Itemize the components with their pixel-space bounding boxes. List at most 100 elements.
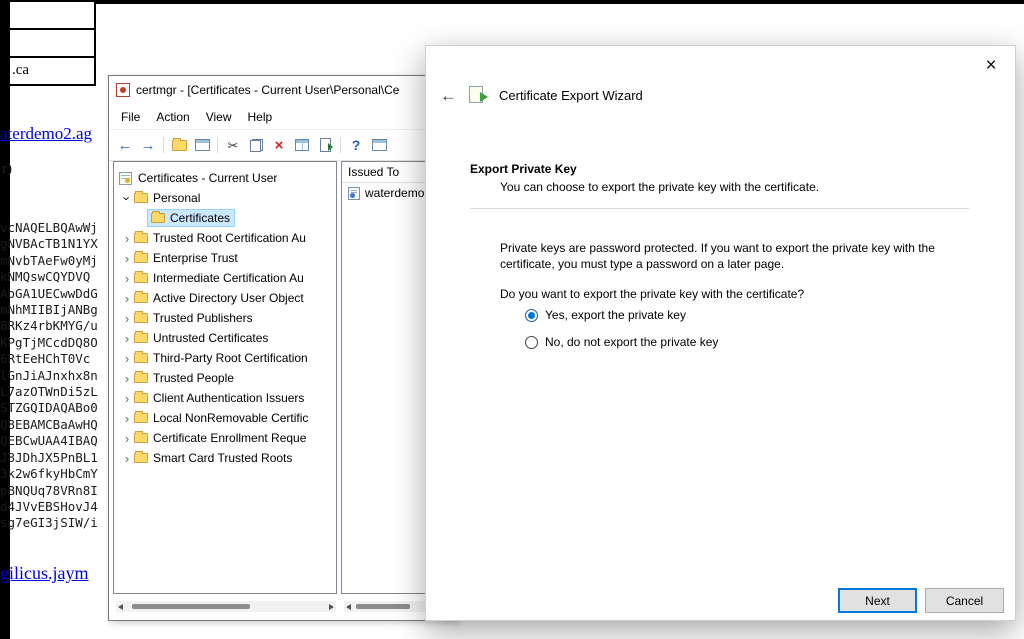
certmgr-app-icon (116, 83, 130, 97)
tree-item-cert-enrollment-requests[interactable]: › Certificate Enrollment Reque (114, 428, 336, 448)
show-console-tree-icon[interactable] (169, 135, 189, 155)
radio-no-label: No, do not export the private key (545, 335, 718, 349)
toolbar-separator (217, 137, 218, 153)
tree-item-third-party-root[interactable]: › Third-Party Root Certification (114, 348, 336, 368)
title-bar[interactable]: certmgr - [Certificates - Current User\P… (109, 76, 457, 104)
console-body: Certificates - Current User › Personal C… (113, 161, 453, 594)
folder-icon (134, 413, 148, 423)
chevron-right-icon[interactable]: › (120, 432, 134, 445)
tree-label: Certificates - Current User (138, 171, 277, 185)
tree-item-enterprise-trust[interactable]: › Enterprise Trust (114, 248, 336, 268)
folder-icon (134, 333, 148, 343)
tree-label: Certificates (170, 211, 230, 225)
pem-line: sg7eGI3jSIW/i (0, 515, 107, 531)
radio-selected-icon[interactable] (525, 309, 538, 322)
page-heading: Export Private Key (470, 162, 577, 176)
tree-item-local-nonremovable[interactable]: › Local NonRemovable Certific (114, 408, 336, 428)
cancel-button[interactable]: Cancel (925, 588, 1004, 613)
tree-item-active-directory[interactable]: › Active Directory User Object (114, 288, 336, 308)
page-top-border (0, 0, 1024, 4)
folder-icon (134, 453, 148, 463)
scroll-left-icon[interactable] (346, 604, 351, 610)
help-icon[interactable]: ? (346, 135, 366, 155)
scrollbar-thumb[interactable] (132, 604, 250, 609)
menu-action[interactable]: Action (148, 106, 197, 128)
folder-icon (134, 293, 148, 303)
tree-root-certificates-current-user[interactable]: Certificates - Current User (114, 168, 336, 188)
wizard-header: ← Certificate Export Wizard (440, 86, 643, 104)
tree-horizontal-scrollbar[interactable] (116, 601, 336, 612)
tree-label: Smart Card Trusted Roots (153, 451, 292, 465)
chevron-right-icon[interactable]: › (120, 292, 134, 305)
page-link-top[interactable]: aterdemo2.ag (0, 124, 92, 144)
selection-highlight: Certificates (147, 209, 235, 227)
wizard-title: Certificate Export Wizard (499, 88, 643, 103)
chevron-right-icon[interactable]: › (120, 232, 134, 245)
pem-line: 3k2w6fkyHbCmY (0, 466, 107, 482)
chevron-right-icon[interactable]: › (120, 252, 134, 265)
forward-icon[interactable]: → (138, 135, 158, 155)
info-paragraph: Private keys are password protected. If … (500, 240, 984, 272)
radio-unselected-icon[interactable] (525, 336, 538, 349)
pem-line: lGnJiAJnxhx8n (0, 368, 107, 384)
pem-line: mNhMIIBIjANBg (0, 302, 107, 318)
tree-label: Trusted Publishers (153, 311, 253, 325)
tree-item-trusted-publishers[interactable]: › Trusted Publishers (114, 308, 336, 328)
radio-yes-export[interactable]: Yes, export the private key (525, 308, 686, 322)
close-icon[interactable]: × (975, 52, 1007, 80)
delete-icon[interactable]: × (269, 135, 289, 155)
properties-icon[interactable] (192, 135, 212, 155)
column-header-label: Issued To (348, 165, 399, 179)
scroll-right-icon[interactable] (329, 604, 334, 610)
chevron-right-icon[interactable]: › (120, 412, 134, 425)
folder-icon (151, 213, 165, 223)
page-subheading: You can choose to export the private key… (500, 180, 819, 194)
tree-item-certificates-selected[interactable]: Certificates (114, 208, 336, 228)
scroll-left-icon[interactable] (118, 604, 123, 610)
copy-icon[interactable] (246, 135, 266, 155)
chevron-right-icon[interactable]: › (120, 272, 134, 285)
chevron-right-icon[interactable]: › (120, 452, 134, 465)
folder-icon (134, 193, 148, 203)
tree-item-intermediate[interactable]: › Intermediate Certification Au (114, 268, 336, 288)
certificate-name: waterdemo2 (365, 186, 431, 200)
chevron-right-icon[interactable]: › (120, 392, 134, 405)
console-tree-pane: Certificates - Current User › Personal C… (113, 161, 337, 594)
tree-item-trusted-root[interactable]: › Trusted Root Certification Au (114, 228, 336, 248)
export-list-icon[interactable] (315, 135, 335, 155)
toolbar-separator (163, 137, 164, 153)
list-view-icon[interactable] (292, 135, 312, 155)
tree-item-client-auth-issuers[interactable]: › Client Authentication Issuers (114, 388, 336, 408)
table-cell (10, 30, 94, 58)
pem-line: pBNQUq78VRn8I (0, 483, 107, 499)
window-title: certmgr - [Certificates - Current User\P… (136, 83, 399, 97)
cut-icon[interactable]: ✂ (223, 135, 243, 155)
tree-item-untrusted-certificates[interactable]: › Untrusted Certificates (114, 328, 336, 348)
wizard-back-icon[interactable]: ← (440, 87, 457, 104)
radio-no-export[interactable]: No, do not export the private key (525, 335, 718, 349)
table-cell (10, 2, 94, 30)
page-link-bottom[interactable]: gilicus.jaym (0, 563, 89, 584)
tree-label: Third-Party Root Certification (153, 351, 308, 365)
scrollbar-thumb[interactable] (356, 604, 410, 609)
tree-label: Trusted Root Certification Au (153, 231, 306, 245)
menu-view[interactable]: View (198, 106, 240, 128)
chevron-down-icon[interactable]: › (121, 191, 134, 205)
next-button[interactable]: Next (838, 588, 917, 613)
tree-label: Local NonRemovable Certific (153, 411, 308, 425)
folder-icon (134, 433, 148, 443)
tree-item-personal[interactable]: › Personal (114, 188, 336, 208)
cell-text: .ca (12, 62, 29, 78)
chevron-right-icon[interactable]: › (120, 372, 134, 385)
chevron-right-icon[interactable]: › (120, 352, 134, 365)
chevron-right-icon[interactable]: › (120, 312, 134, 325)
view-window-icon[interactable] (369, 135, 389, 155)
tree-item-smart-card-trusted-roots[interactable]: › Smart Card Trusted Roots (114, 448, 336, 468)
menu-file[interactable]: File (113, 106, 148, 128)
pem-line: AoGA1UECwwDdG (0, 286, 107, 302)
pem-line: mNvbTAeFw0yMj (0, 253, 107, 269)
tree-item-trusted-people[interactable]: › Trusted People (114, 368, 336, 388)
menu-help[interactable]: Help (240, 106, 281, 128)
chevron-right-icon[interactable]: › (120, 332, 134, 345)
back-icon[interactable]: ← (115, 135, 135, 155)
